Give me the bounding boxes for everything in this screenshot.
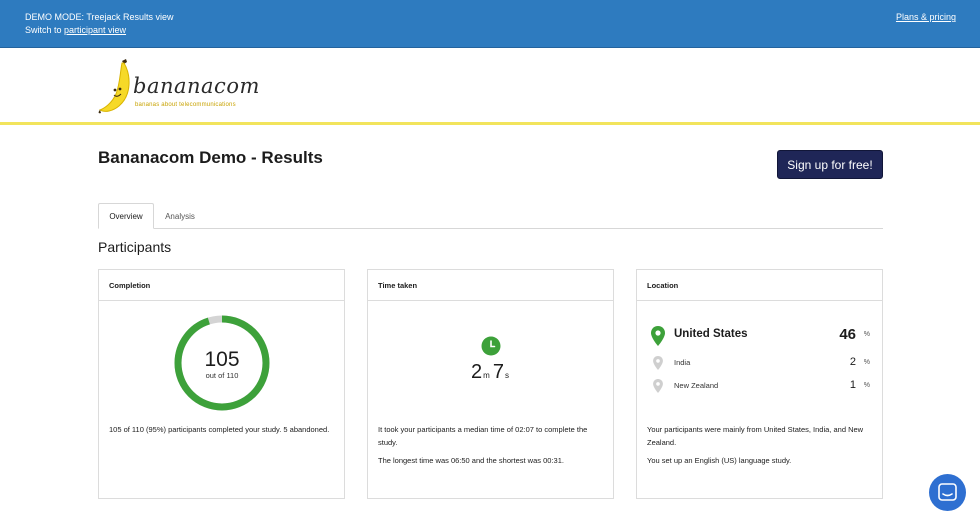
median-time-display: 2m 7s — [368, 361, 615, 384]
location-row-india: India 2 % — [647, 354, 872, 374]
median-seconds: 7 — [492, 361, 504, 383]
language-note: You set up an English (US) language stud… — [647, 456, 792, 465]
chat-launcher-button[interactable] — [929, 474, 966, 511]
map-pin-icon — [651, 326, 665, 346]
location-summary: Your participants were mainly from Unite… — [647, 425, 864, 447]
results-tabs: Overview Analysis — [98, 203, 883, 229]
chat-bubble-icon — [938, 483, 957, 501]
participant-view-link[interactable]: participant view — [64, 25, 126, 35]
time-taken-card-title: Time taken — [378, 281, 418, 290]
logo-wordmark: bananacom — [133, 74, 260, 98]
minutes-unit: m — [483, 371, 490, 380]
location-name: New Zealand — [674, 381, 719, 390]
location-name: United States — [674, 328, 748, 340]
participants-heading: Participants — [98, 239, 172, 255]
location-value: 46 — [839, 326, 856, 343]
sign-up-button[interactable]: Sign up for free! — [777, 150, 883, 179]
tab-analysis[interactable]: Analysis — [154, 203, 206, 229]
time-range-text: The longest time was 06:50 and the short… — [378, 456, 564, 465]
location-unit: % — [863, 359, 870, 366]
completion-card: Completion 105 out of 110 105 of 110 (95… — [98, 269, 345, 499]
plans-pricing-link[interactable]: Plans & pricing — [896, 12, 956, 22]
location-row-new-zealand: New Zealand 1 % — [647, 377, 872, 397]
completed-out-of: out of 110 — [205, 371, 239, 380]
location-card-title: Location — [647, 281, 679, 290]
location-value: 2 — [849, 356, 856, 368]
median-time-text: It took your participants a median time … — [378, 425, 588, 447]
time-taken-card: Time taken 2m 7s It took your participant… — [367, 269, 614, 499]
completed-count: 105 — [204, 348, 240, 371]
location-card-header: Location — [637, 270, 882, 301]
location-unit: % — [863, 382, 870, 389]
completion-summary: 105 of 110 (95%) participants completed … — [109, 425, 330, 434]
switch-view-text: Switch to participant view — [25, 25, 126, 35]
location-unit: % — [863, 331, 870, 338]
switch-view-prefix: Switch to — [25, 25, 65, 35]
location-card: Location United States 46 % India 2 % Ne… — [636, 269, 883, 499]
clock-icon — [481, 336, 501, 356]
logo-tagline: bananas about telecommunications — [135, 102, 236, 108]
location-row-united-states: United States 46 % — [647, 326, 872, 346]
map-pin-icon — [653, 379, 663, 393]
brand-divider — [0, 122, 980, 125]
banana-logo-icon — [98, 59, 130, 114]
seconds-unit: s — [504, 371, 509, 380]
completion-card-title: Completion — [109, 281, 151, 290]
time-taken-card-header: Time taken — [368, 270, 613, 301]
completion-card-header: Completion — [99, 270, 344, 301]
demo-mode-label: DEMO MODE: Treejack Results view — [25, 12, 174, 22]
demo-mode-bar: DEMO MODE: Treejack Results view Switch … — [0, 0, 980, 48]
location-name: India — [674, 358, 691, 367]
page-title: Bananacom Demo - Results — [98, 148, 323, 167]
location-value: 1 — [849, 379, 856, 391]
tab-overview[interactable]: Overview — [98, 203, 154, 229]
bananacom-logo: bananacom bananas about telecommunicatio… — [95, 57, 259, 115]
median-minutes: 2 — [471, 361, 483, 383]
map-pin-icon — [653, 356, 663, 370]
